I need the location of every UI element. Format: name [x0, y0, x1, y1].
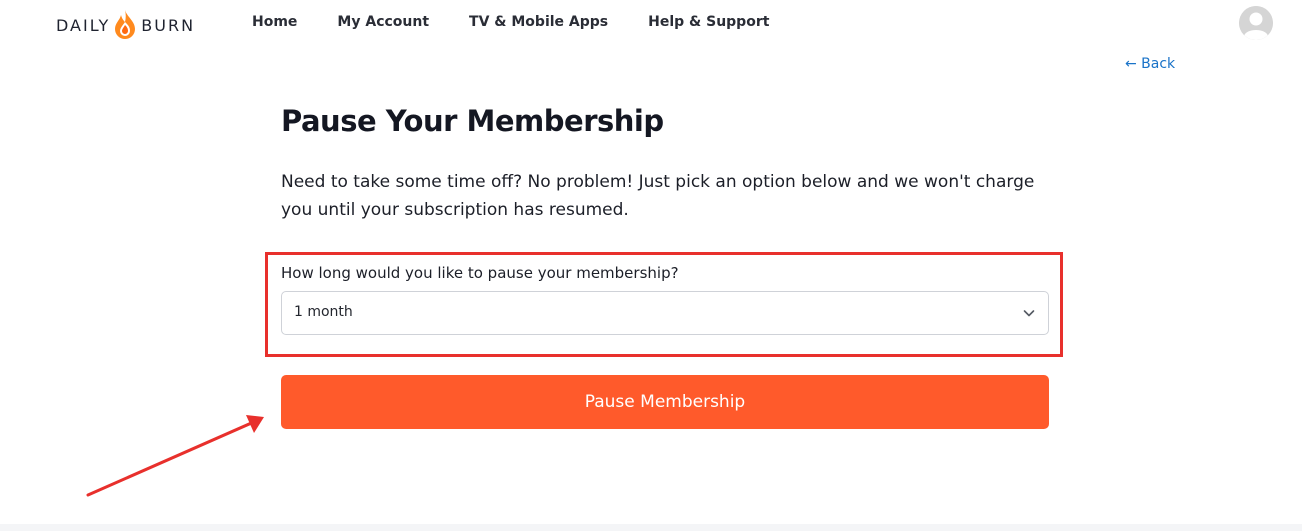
- footer-strip: [0, 524, 1302, 531]
- flame-icon: [115, 10, 136, 39]
- nav-tv-mobile-apps[interactable]: TV & Mobile Apps: [469, 14, 608, 30]
- logo-text-burn: BURN: [141, 15, 196, 35]
- back-link[interactable]: ← Back: [1125, 56, 1175, 72]
- chevron-down-icon: [1023, 310, 1035, 317]
- nav-my-account[interactable]: My Account: [337, 14, 429, 30]
- pause-duration-select[interactable]: 1 month: [281, 291, 1049, 335]
- user-avatar-icon[interactable]: [1239, 6, 1273, 40]
- page-title: Pause Your Membership: [281, 104, 664, 138]
- pause-duration-label: How long would you like to pause your me…: [281, 264, 679, 282]
- daily-burn-logo[interactable]: DAILY BURN: [56, 8, 195, 42]
- nav-home[interactable]: Home: [252, 14, 297, 30]
- annotation-arrow-icon: [86, 415, 264, 497]
- logo-text-daily: DAILY: [56, 15, 111, 35]
- page-description: Need to take some time off? No problem! …: [281, 172, 1035, 220]
- avatar-silhouette-icon: [1239, 6, 1273, 40]
- pause-duration-value: 1 month: [294, 304, 353, 320]
- site-header: DAILY BURN Home My Account TV & Mobile A…: [0, 0, 1302, 48]
- nav-help-support[interactable]: Help & Support: [648, 14, 769, 30]
- main-nav: Home My Account TV & Mobile Apps Help & …: [252, 14, 809, 30]
- pause-membership-button[interactable]: Pause Membership: [281, 375, 1049, 429]
